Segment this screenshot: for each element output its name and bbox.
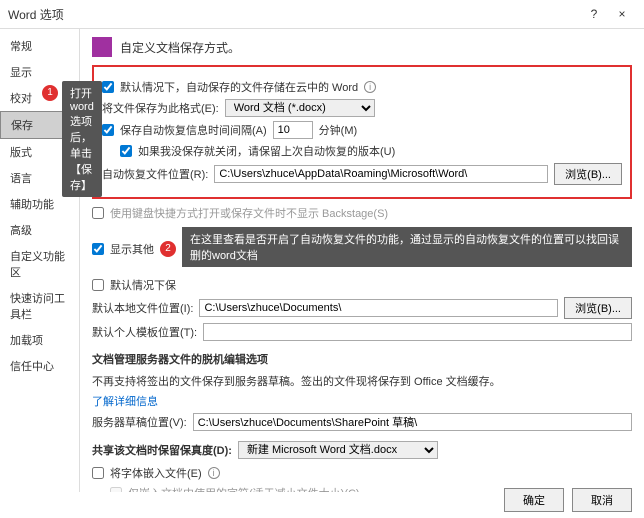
draft-loc-label: 服务器草稿位置(V): bbox=[92, 414, 187, 430]
ok-button[interactable]: 确定 bbox=[504, 488, 564, 512]
keep-last-label: 如果我没保存就关闭，请保留上次自动恢复的版本(U) bbox=[138, 143, 395, 159]
autorecover-loc-input[interactable] bbox=[214, 165, 548, 183]
sidebar-item-10[interactable]: 加载项 bbox=[0, 327, 79, 353]
cloud-default-label: 默认情况下，自动保存的文件存储在云中的 Word bbox=[120, 79, 358, 95]
autorecover-loc-label: 自动恢复文件位置(R): bbox=[102, 166, 208, 182]
autorecover-minutes-input[interactable] bbox=[273, 121, 313, 139]
page-title: 自定义文档保存方式。 bbox=[120, 39, 240, 56]
offline-note: 不再支持将签出的文件保存到服务器草稿。签出的文件现将保存到 Office 文档缓… bbox=[92, 373, 632, 389]
embed-fonts-label: 将字体嵌入文件(E) bbox=[110, 465, 202, 481]
embed-fonts-checkbox[interactable] bbox=[92, 467, 104, 479]
show-other-checkbox[interactable] bbox=[92, 243, 104, 255]
close-button[interactable]: × bbox=[608, 4, 636, 24]
offline-section-title: 文档管理服务器文件的脱机编辑选项 bbox=[92, 351, 632, 367]
sidebar-item-8[interactable]: 自定义功能区 bbox=[0, 243, 79, 285]
format-label: 将文件保存为此格式(E): bbox=[102, 100, 219, 116]
window-title: Word 选项 bbox=[8, 6, 580, 23]
keep-last-checkbox[interactable] bbox=[120, 145, 132, 157]
info-icon[interactable]: i bbox=[364, 81, 376, 93]
save-icon bbox=[92, 37, 112, 57]
content-pane: 自定义文档保存方式。 默认情况下，自动保存的文件存储在云中的 Word i 将文… bbox=[80, 29, 644, 492]
dialog-footer: 确定 取消 bbox=[504, 488, 632, 512]
local-loc-label: 默认本地文件位置(I): bbox=[92, 300, 193, 316]
browse-button-2[interactable]: 浏览(B)... bbox=[564, 297, 632, 319]
format-select[interactable]: Word 文档 (*.docx) bbox=[225, 99, 375, 117]
titlebar: Word 选项 ? × bbox=[0, 0, 644, 29]
local-loc-input[interactable] bbox=[199, 299, 558, 317]
draft-loc-input[interactable] bbox=[193, 413, 632, 431]
sidebar-item-11[interactable]: 信任中心 bbox=[0, 353, 79, 379]
browse-button-1[interactable]: 浏览(B)... bbox=[554, 163, 622, 185]
annotation-tooltip-2: 在这里查看是否开启了自动恢复文件的功能，通过显示的自动恢复文件的位置可以找回误删… bbox=[182, 227, 632, 267]
share-doc-select[interactable]: 新建 Microsoft Word 文档.docx bbox=[238, 441, 438, 459]
shortcut-label: 使用键盘快捷方式打开或保存文件时不显示 Backstage(S) bbox=[110, 205, 388, 221]
autorecover-checkbox[interactable] bbox=[102, 124, 114, 136]
sidebar-item-7[interactable]: 高级 bbox=[0, 217, 79, 243]
annotation-badge-2: 2 bbox=[160, 241, 176, 257]
default-save-checkbox[interactable] bbox=[92, 279, 104, 291]
info-icon-2[interactable]: i bbox=[208, 467, 220, 479]
share-title: 共享该文档时保留保真度(D): bbox=[92, 442, 232, 458]
template-loc-input[interactable] bbox=[203, 323, 632, 341]
template-loc-label: 默认个人模板位置(T): bbox=[92, 324, 197, 340]
autorecover-label: 保存自动恢复信息时间间隔(A) bbox=[120, 122, 267, 138]
shortcut-checkbox[interactable] bbox=[92, 207, 104, 219]
embed-used-checkbox bbox=[110, 487, 122, 492]
help-button[interactable]: ? bbox=[580, 4, 608, 24]
embed-used-label: 仅嵌入文档中使用的字符(适于减小文件大小)(C) bbox=[128, 485, 360, 492]
cloud-default-checkbox[interactable] bbox=[102, 81, 114, 93]
highlighted-section: 默认情况下，自动保存的文件存储在云中的 Word i 将文件保存为此格式(E):… bbox=[92, 65, 632, 199]
default-save-label: 默认情况下保 bbox=[110, 277, 176, 293]
minutes-label: 分钟(M) bbox=[319, 122, 358, 138]
annotation-badge-1: 1 bbox=[42, 85, 58, 101]
annotation-tooltip-1: 打开word选项后，单击【保存】 bbox=[62, 81, 102, 197]
learn-more-link[interactable]: 了解详细信息 bbox=[92, 393, 158, 409]
sidebar-item-0[interactable]: 常规 bbox=[0, 33, 79, 59]
sidebar: 常规显示校对保存版式语言辅助功能高级自定义功能区快速访问工具栏加载项信任中心 1… bbox=[0, 29, 80, 492]
cancel-button[interactable]: 取消 bbox=[572, 488, 632, 512]
sidebar-item-9[interactable]: 快速访问工具栏 bbox=[0, 285, 79, 327]
show-other-label: 显示其他 bbox=[110, 241, 154, 257]
